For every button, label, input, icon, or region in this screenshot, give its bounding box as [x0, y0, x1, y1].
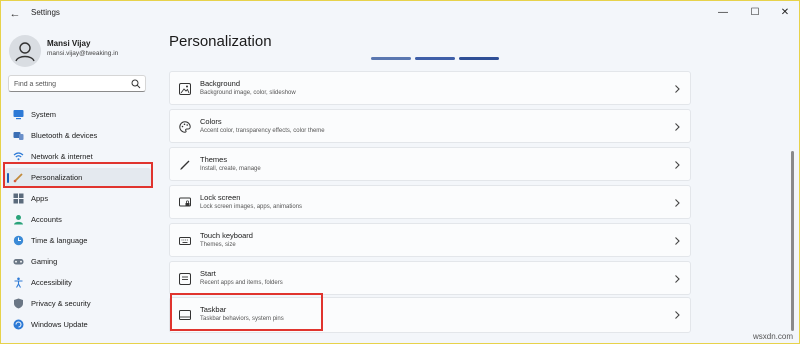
chevron-right-icon	[675, 311, 680, 319]
update-icon	[13, 319, 24, 330]
user-name: Mansi Vijay	[47, 39, 91, 48]
system-icon	[13, 110, 24, 120]
gaming-icon	[13, 259, 24, 265]
user-icon	[15, 42, 35, 62]
search-box[interactable]	[8, 75, 146, 92]
setting-card-colors[interactable]: Colors Accent color, transparency effect…	[169, 109, 691, 143]
sidebar-item-label: System	[31, 110, 57, 119]
sidebar-item-label: Accounts	[31, 215, 62, 224]
chevron-right-icon	[675, 275, 680, 283]
sidebar-item-time-language[interactable]: Time & language	[5, 231, 151, 250]
user-email: mansi.vijay@tweaking.in	[47, 50, 119, 57]
sidebar-item-apps[interactable]: Apps	[5, 189, 151, 208]
accounts-icon	[14, 215, 23, 225]
card-subtitle: Accent color, transparency effects, colo…	[200, 128, 325, 134]
watermark: wsxdn.com	[752, 332, 793, 341]
setting-card-start[interactable]: Start Recent apps and items, folders	[169, 261, 691, 295]
setting-card-touch-keyboard[interactable]: Touch keyboard Themes, size	[169, 223, 691, 257]
keyboard-icon	[179, 237, 191, 245]
setting-card-background[interactable]: Background Background image, color, slid…	[169, 71, 691, 105]
card-subtitle: Lock screen images, apps, animations	[200, 204, 303, 210]
apps-icon	[13, 193, 24, 204]
card-subtitle: Background image, color, slideshow	[200, 90, 296, 96]
sidebar-item-system[interactable]: System	[5, 105, 151, 124]
search-input[interactable]	[14, 78, 124, 90]
card-subtitle: Install, create, manage	[200, 166, 261, 172]
palette-icon	[179, 121, 191, 133]
brush-icon	[180, 160, 190, 170]
sidebar-item-label: Gaming	[31, 257, 58, 266]
card-subtitle: Recent apps and items, folders	[200, 280, 283, 286]
sidebar-item-label: Time & language	[31, 236, 88, 245]
globe-clock-icon	[13, 235, 24, 246]
shield-icon	[14, 298, 23, 309]
image-icon	[179, 83, 191, 95]
highlight-box-taskbar	[170, 293, 323, 331]
sidebar-item-bluetooth-devices[interactable]: Bluetooth & devices	[5, 126, 151, 145]
maximize-button[interactable]: ☐	[743, 5, 767, 21]
setting-card-themes[interactable]: Themes Install, create, manage	[169, 147, 691, 181]
sidebar-item-privacy-security[interactable]: Privacy & security	[5, 294, 151, 313]
sidebar-item-label: Network & internet	[31, 152, 93, 161]
chevron-right-icon	[675, 161, 680, 169]
avatar[interactable]	[9, 35, 41, 67]
card-subtitle: Themes, size	[200, 242, 236, 248]
bluetooth-icon	[13, 132, 24, 140]
sidebar-item-label: Bluetooth & devices	[31, 131, 98, 140]
scrollbar[interactable]	[791, 151, 794, 331]
theme-preview-strip	[415, 57, 455, 60]
setting-card-lock-screen[interactable]: Lock screen Lock screen images, apps, an…	[169, 185, 691, 219]
card-title: Start	[200, 269, 216, 278]
theme-preview-strip	[459, 57, 499, 60]
chevron-right-icon	[675, 123, 680, 131]
card-title: Themes	[200, 155, 228, 164]
card-title: Colors	[200, 117, 222, 126]
accessibility-icon	[14, 277, 23, 288]
page-title: Personalization	[169, 33, 272, 50]
theme-preview-strip	[371, 57, 411, 60]
back-arrow-icon[interactable]: ←	[7, 6, 23, 22]
sidebar-item-accessibility[interactable]: Accessibility	[5, 273, 151, 292]
start-icon	[179, 273, 191, 285]
card-title: Background	[200, 79, 241, 88]
title-bar: ← Settings — ☐ ✕	[1, 1, 799, 27]
window-title: Settings	[31, 8, 60, 17]
chevron-right-icon	[675, 85, 680, 93]
sidebar-item-gaming[interactable]: Gaming	[5, 252, 151, 271]
close-button[interactable]: ✕	[773, 5, 797, 21]
card-title: Touch keyboard	[200, 231, 253, 240]
minimize-button[interactable]: —	[711, 5, 735, 21]
sidebar-item-label: Accessibility	[31, 278, 72, 287]
chevron-right-icon	[675, 199, 680, 207]
search-icon	[131, 79, 141, 89]
highlight-box-personalization	[3, 162, 153, 188]
sidebar-item-label: Windows Update	[31, 320, 88, 329]
wifi-icon	[13, 152, 24, 161]
lock-screen-icon	[179, 197, 191, 207]
settings-window: ← Settings — ☐ ✕ Mansi Vijay mansi.vijay…	[0, 0, 800, 344]
sidebar-item-windows-update[interactable]: Windows Update	[5, 315, 151, 334]
sidebar-item-label: Apps	[31, 194, 49, 203]
sidebar-item-label: Privacy & security	[31, 299, 91, 308]
sidebar-item-accounts[interactable]: Accounts	[5, 210, 151, 229]
chevron-right-icon	[675, 237, 680, 245]
card-title: Lock screen	[200, 193, 241, 202]
